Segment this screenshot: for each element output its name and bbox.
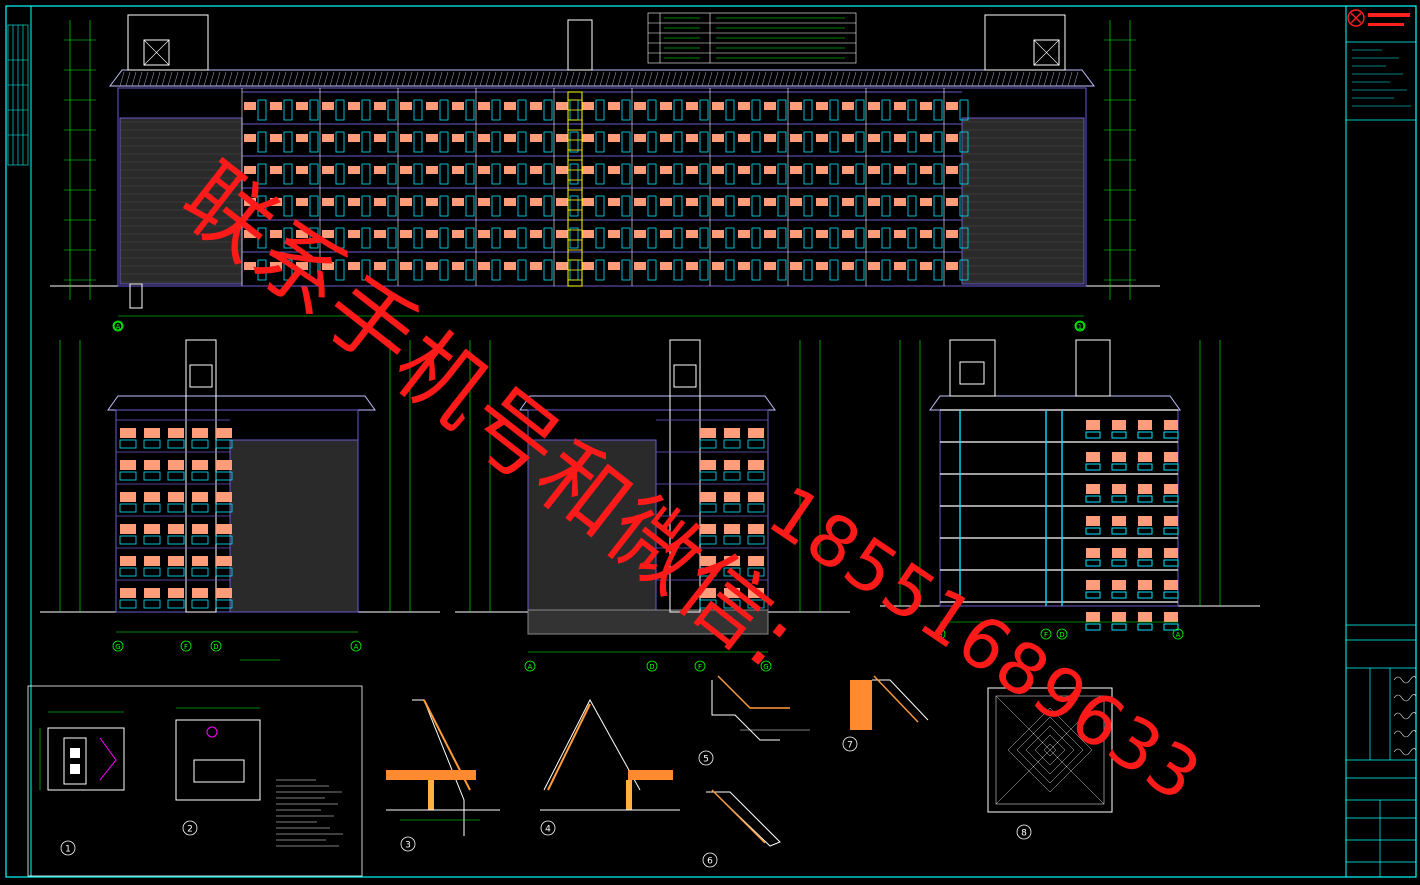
side-mid-axis-label: A — [528, 663, 533, 671]
detail-number-label: 8 — [1021, 829, 1027, 839]
detail-number-label: 2 — [187, 825, 193, 835]
detail-number-label: 1 — [65, 845, 71, 855]
section-axis-label: D — [1059, 631, 1064, 639]
detail-number-label: 4 — [545, 825, 551, 835]
side-left-axis-label: F — [184, 643, 188, 651]
detail-number-label: 5 — [703, 755, 709, 765]
section-axis-label: A — [1176, 631, 1181, 639]
side-mid-axis-label: F — [698, 663, 702, 671]
detail-number-label: 6 — [707, 857, 713, 867]
side-mid-axis-label: D — [649, 663, 654, 671]
side-left-axis-label: D — [213, 643, 218, 651]
side-left-axis-label: A — [354, 643, 359, 651]
cad-drawing-sheet: 12345678A1GFDAADFGGFDA 联系手机号和微信: 1855168… — [0, 0, 1420, 881]
front-axis-label: 1 — [1078, 323, 1082, 331]
side-left-axis-label: G — [115, 643, 120, 651]
detail-number-label: 7 — [847, 741, 853, 751]
detail-number-label: 3 — [405, 841, 411, 851]
front-axis-label: A — [116, 323, 121, 331]
